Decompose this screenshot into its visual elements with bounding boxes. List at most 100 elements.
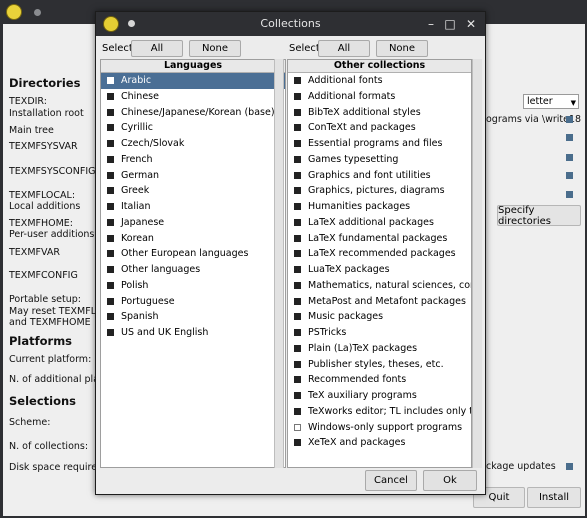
package-updates-checkbox[interactable]	[566, 463, 573, 470]
language-checkbox[interactable]	[107, 140, 114, 147]
collection-item[interactable]: Graphics, pictures, diagrams	[288, 183, 471, 199]
language-item[interactable]: Other languages	[101, 262, 285, 278]
ok-button[interactable]: Ok	[423, 470, 477, 491]
collections-select-all-button[interactable]: All	[318, 40, 370, 57]
language-item[interactable]: Greek	[101, 183, 285, 199]
language-item[interactable]: Portuguese	[101, 294, 285, 310]
collection-item[interactable]: Graphics and font utilities	[288, 168, 471, 184]
collection-checkbox[interactable]	[294, 234, 301, 242]
pin-icon[interactable]	[34, 9, 41, 16]
collection-checkbox[interactable]	[294, 439, 301, 447]
language-checkbox[interactable]	[107, 171, 114, 179]
option-checkbox-3[interactable]	[566, 154, 573, 161]
collections-select-none-button[interactable]: None	[376, 40, 428, 57]
collection-checkbox[interactable]	[294, 281, 301, 289]
collection-item[interactable]: XeTeX and packages	[288, 435, 471, 451]
language-item[interactable]: German	[101, 168, 285, 184]
language-checkbox[interactable]	[107, 77, 114, 84]
close-icon[interactable]: ✕	[462, 15, 480, 33]
language-checkbox[interactable]	[107, 329, 114, 336]
cancel-button[interactable]: Cancel	[365, 470, 417, 491]
maximize-icon[interactable]: □	[441, 15, 459, 33]
collection-checkbox[interactable]	[294, 250, 301, 258]
collection-checkbox[interactable]	[294, 187, 301, 195]
language-checkbox[interactable]	[107, 281, 114, 289]
paper-size-select[interactable]: letter ▼	[523, 94, 579, 109]
install-button[interactable]: Install	[527, 487, 581, 508]
collection-checkbox[interactable]	[294, 392, 301, 399]
collection-checkbox[interactable]	[294, 313, 301, 321]
collection-item[interactable]: Music packages	[288, 309, 471, 325]
language-checkbox[interactable]	[107, 218, 114, 226]
collection-checkbox[interactable]	[294, 155, 301, 163]
language-item[interactable]: Czech/Slovak	[101, 136, 285, 152]
collections-scrollbar[interactable]	[472, 59, 482, 468]
collection-item[interactable]: Additional formats	[288, 89, 471, 105]
collection-item[interactable]: Recommended fonts	[288, 372, 471, 388]
collection-item[interactable]: ConTeXt and packages	[288, 120, 471, 136]
collection-item[interactable]: LaTeX recommended packages	[288, 246, 471, 262]
language-item[interactable]: Chinese	[101, 89, 285, 105]
collection-item[interactable]: Plain (La)TeX packages	[288, 341, 471, 357]
languages-select-none-button[interactable]: None	[189, 40, 241, 57]
collection-checkbox[interactable]	[294, 266, 301, 273]
collection-item[interactable]: TeXworks editor; TL includes only the W	[288, 404, 471, 420]
languages-scrollbar[interactable]	[274, 59, 284, 468]
collection-checkbox[interactable]	[294, 140, 301, 147]
language-item[interactable]: French	[101, 152, 285, 168]
collection-item[interactable]: PSTricks	[288, 325, 471, 341]
language-item[interactable]: US and UK English	[101, 325, 285, 341]
collection-item[interactable]: BibTeX additional styles	[288, 105, 471, 121]
language-checkbox[interactable]	[107, 187, 114, 195]
language-item[interactable]: Korean	[101, 231, 285, 247]
collection-checkbox[interactable]	[294, 92, 301, 100]
option-checkbox-5[interactable]	[566, 191, 573, 198]
collection-item[interactable]: Mathematics, natural sciences, compute	[288, 278, 471, 294]
collection-checkbox[interactable]	[294, 171, 301, 179]
collection-item[interactable]: Windows-only support programs	[288, 420, 471, 436]
option-checkbox-2[interactable]	[566, 134, 573, 141]
collection-item[interactable]: TeX auxiliary programs	[288, 388, 471, 404]
specify-directories-button[interactable]: Specify directories	[497, 205, 581, 227]
language-item[interactable]: Cyrillic	[101, 120, 285, 136]
language-item[interactable]: Polish	[101, 278, 285, 294]
collection-item[interactable]: Publisher styles, theses, etc.	[288, 357, 471, 373]
language-checkbox[interactable]	[107, 108, 114, 116]
collection-checkbox[interactable]	[294, 344, 301, 352]
language-checkbox[interactable]	[107, 124, 114, 132]
write18-checkbox[interactable]	[566, 116, 573, 123]
collection-item[interactable]: MetaPost and Metafont packages	[288, 294, 471, 310]
language-item[interactable]: Chinese/Japanese/Korean (base)	[101, 105, 285, 121]
language-checkbox[interactable]	[107, 250, 114, 258]
language-item[interactable]: Arabic	[101, 73, 285, 89]
collection-item[interactable]: Additional fonts	[288, 73, 471, 89]
language-checkbox[interactable]	[107, 297, 114, 305]
collection-checkbox[interactable]	[294, 360, 301, 368]
collection-item[interactable]: Humanities packages	[288, 199, 471, 215]
collection-item[interactable]: Games typesetting	[288, 152, 471, 168]
minimize-icon[interactable]: –	[422, 15, 440, 33]
collection-checkbox[interactable]	[294, 77, 301, 84]
collection-checkbox[interactable]	[294, 407, 301, 415]
collection-checkbox[interactable]	[294, 297, 301, 305]
language-item[interactable]: Other European languages	[101, 246, 285, 262]
language-item[interactable]: Italian	[101, 199, 285, 215]
collection-checkbox[interactable]	[294, 218, 301, 226]
collection-checkbox[interactable]	[294, 423, 301, 431]
collection-item[interactable]: LaTeX fundamental packages	[288, 231, 471, 247]
collection-item[interactable]: LuaTeX packages	[288, 262, 471, 278]
language-checkbox[interactable]	[107, 155, 114, 163]
collection-checkbox[interactable]	[294, 124, 301, 132]
collection-checkbox[interactable]	[294, 376, 301, 384]
option-checkbox-4[interactable]	[566, 172, 573, 179]
language-checkbox[interactable]	[107, 266, 114, 273]
collection-item[interactable]: Essential programs and files	[288, 136, 471, 152]
collection-item[interactable]: LaTeX additional packages	[288, 215, 471, 231]
language-item[interactable]: Spanish	[101, 309, 285, 325]
language-checkbox[interactable]	[107, 313, 114, 321]
languages-select-all-button[interactable]: All	[131, 40, 183, 57]
language-checkbox[interactable]	[107, 92, 114, 100]
language-checkbox[interactable]	[107, 203, 114, 210]
collection-checkbox[interactable]	[294, 108, 301, 116]
collection-checkbox[interactable]	[294, 329, 301, 336]
